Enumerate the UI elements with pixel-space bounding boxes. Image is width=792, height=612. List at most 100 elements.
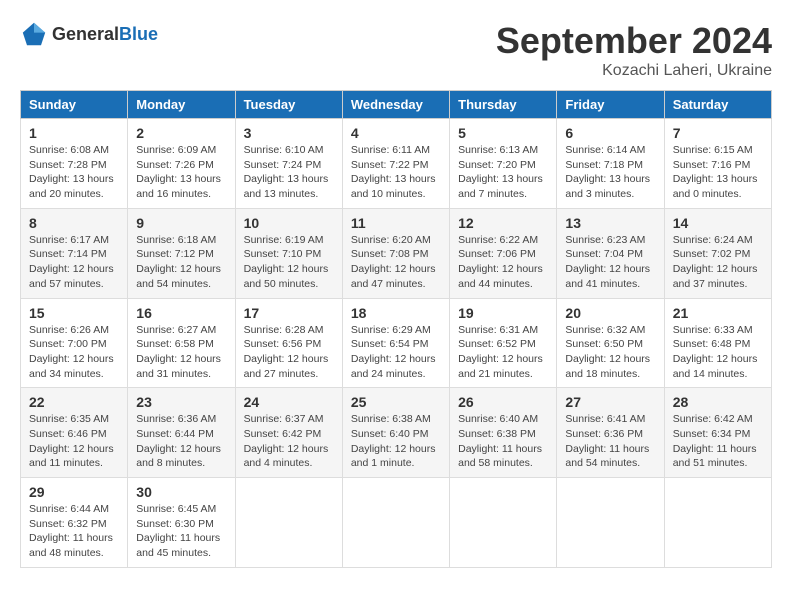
day-info: Sunrise: 6:20 AMSunset: 7:08 PMDaylight:… bbox=[351, 233, 441, 292]
table-cell bbox=[664, 478, 771, 568]
day-number: 3 bbox=[244, 125, 334, 141]
day-info: Sunrise: 6:15 AMSunset: 7:16 PMDaylight:… bbox=[673, 143, 763, 202]
day-number: 14 bbox=[673, 215, 763, 231]
day-number: 5 bbox=[458, 125, 548, 141]
table-cell: 14Sunrise: 6:24 AMSunset: 7:02 PMDayligh… bbox=[664, 208, 771, 298]
title-block: September 2024 Kozachi Laheri, Ukraine bbox=[496, 20, 772, 80]
day-info: Sunrise: 6:28 AMSunset: 6:56 PMDaylight:… bbox=[244, 323, 334, 382]
day-info: Sunrise: 6:41 AMSunset: 6:36 PMDaylight:… bbox=[565, 412, 655, 471]
day-info: Sunrise: 6:40 AMSunset: 6:38 PMDaylight:… bbox=[458, 412, 548, 471]
day-info: Sunrise: 6:13 AMSunset: 7:20 PMDaylight:… bbox=[458, 143, 548, 202]
day-info: Sunrise: 6:42 AMSunset: 6:34 PMDaylight:… bbox=[673, 412, 763, 471]
table-cell: 2 Sunrise: 6:09 AMSunset: 7:26 PMDaylight… bbox=[128, 119, 235, 209]
table-cell: 29 Sunrise: 6:44 AMSunset: 6:32 PMDayligh… bbox=[21, 478, 128, 568]
day-number: 24 bbox=[244, 394, 334, 410]
table-cell: 6 Sunrise: 6:14 AMSunset: 7:18 PMDaylight… bbox=[557, 119, 664, 209]
calendar-row: 29 Sunrise: 6:44 AMSunset: 6:32 PMDayligh… bbox=[21, 478, 772, 568]
table-cell: 25 Sunrise: 6:38 AMSunset: 6:40 PMDayligh… bbox=[342, 388, 449, 478]
logo-icon bbox=[20, 20, 48, 48]
day-number: 23 bbox=[136, 394, 226, 410]
day-number: 2 bbox=[136, 125, 226, 141]
day-number: 25 bbox=[351, 394, 441, 410]
weekday-header-row: Sunday Monday Tuesday Wednesday Thursday… bbox=[21, 91, 772, 119]
header-tuesday: Tuesday bbox=[235, 91, 342, 119]
table-cell: 21Sunrise: 6:33 AMSunset: 6:48 PMDayligh… bbox=[664, 298, 771, 388]
header-monday: Monday bbox=[128, 91, 235, 119]
day-info: Sunrise: 6:19 AMSunset: 7:10 PMDaylight:… bbox=[244, 233, 334, 292]
day-number: 11 bbox=[351, 215, 441, 231]
day-number: 20 bbox=[565, 305, 655, 321]
day-number: 13 bbox=[565, 215, 655, 231]
day-info: Sunrise: 6:09 AMSunset: 7:26 PMDaylight:… bbox=[136, 143, 226, 202]
day-number: 22 bbox=[29, 394, 119, 410]
day-number: 27 bbox=[565, 394, 655, 410]
day-info: Sunrise: 6:36 AMSunset: 6:44 PMDaylight:… bbox=[136, 412, 226, 471]
day-number: 8 bbox=[29, 215, 119, 231]
header-sunday: Sunday bbox=[21, 91, 128, 119]
day-info: Sunrise: 6:22 AMSunset: 7:06 PMDaylight:… bbox=[458, 233, 548, 292]
table-cell: 20 Sunrise: 6:32 AMSunset: 6:50 PMDayligh… bbox=[557, 298, 664, 388]
table-cell bbox=[235, 478, 342, 568]
table-cell: 3 Sunrise: 6:10 AMSunset: 7:24 PMDaylight… bbox=[235, 119, 342, 209]
day-info: Sunrise: 6:35 AMSunset: 6:46 PMDaylight:… bbox=[29, 412, 119, 471]
day-number: 12 bbox=[458, 215, 548, 231]
table-cell: 5 Sunrise: 6:13 AMSunset: 7:20 PMDaylight… bbox=[450, 119, 557, 209]
day-info: Sunrise: 6:44 AMSunset: 6:32 PMDaylight:… bbox=[29, 502, 119, 561]
calendar-row: 22 Sunrise: 6:35 AMSunset: 6:46 PMDayligh… bbox=[21, 388, 772, 478]
header-wednesday: Wednesday bbox=[342, 91, 449, 119]
day-info: Sunrise: 6:29 AMSunset: 6:54 PMDaylight:… bbox=[351, 323, 441, 382]
day-info: Sunrise: 6:10 AMSunset: 7:24 PMDaylight:… bbox=[244, 143, 334, 202]
day-info: Sunrise: 6:17 AMSunset: 7:14 PMDaylight:… bbox=[29, 233, 119, 292]
table-cell: 11 Sunrise: 6:20 AMSunset: 7:08 PMDayligh… bbox=[342, 208, 449, 298]
day-number: 21 bbox=[673, 305, 763, 321]
table-cell: 30Sunrise: 6:45 AMSunset: 6:30 PMDayligh… bbox=[128, 478, 235, 568]
day-number: 17 bbox=[244, 305, 334, 321]
day-info: Sunrise: 6:08 AMSunset: 7:28 PMDaylight:… bbox=[29, 143, 119, 202]
day-info: Sunrise: 6:37 AMSunset: 6:42 PMDaylight:… bbox=[244, 412, 334, 471]
day-info: Sunrise: 6:38 AMSunset: 6:40 PMDaylight:… bbox=[351, 412, 441, 471]
table-cell: 10 Sunrise: 6:19 AMSunset: 7:10 PMDayligh… bbox=[235, 208, 342, 298]
table-cell: 12 Sunrise: 6:22 AMSunset: 7:06 PMDayligh… bbox=[450, 208, 557, 298]
table-cell: 28 Sunrise: 6:42 AMSunset: 6:34 PMDayligh… bbox=[664, 388, 771, 478]
table-cell: 18 Sunrise: 6:29 AMSunset: 6:54 PMDayligh… bbox=[342, 298, 449, 388]
table-cell: 1 Sunrise: 6:08 AMSunset: 7:28 PMDaylight… bbox=[21, 119, 128, 209]
day-info: Sunrise: 6:26 AMSunset: 7:00 PMDaylight:… bbox=[29, 323, 119, 382]
table-cell: 24 Sunrise: 6:37 AMSunset: 6:42 PMDayligh… bbox=[235, 388, 342, 478]
day-info: Sunrise: 6:31 AMSunset: 6:52 PMDaylight:… bbox=[458, 323, 548, 382]
day-number: 4 bbox=[351, 125, 441, 141]
day-number: 6 bbox=[565, 125, 655, 141]
calendar-row: 1 Sunrise: 6:08 AMSunset: 7:28 PMDaylight… bbox=[21, 119, 772, 209]
table-cell: 22 Sunrise: 6:35 AMSunset: 6:46 PMDayligh… bbox=[21, 388, 128, 478]
table-cell: 15Sunrise: 6:26 AMSunset: 7:00 PMDayligh… bbox=[21, 298, 128, 388]
table-cell: 17 Sunrise: 6:28 AMSunset: 6:56 PMDayligh… bbox=[235, 298, 342, 388]
table-cell: 7Sunrise: 6:15 AMSunset: 7:16 PMDaylight… bbox=[664, 119, 771, 209]
table-cell: 27 Sunrise: 6:41 AMSunset: 6:36 PMDayligh… bbox=[557, 388, 664, 478]
table-cell: 26Sunrise: 6:40 AMSunset: 6:38 PMDayligh… bbox=[450, 388, 557, 478]
day-info: Sunrise: 6:27 AMSunset: 6:58 PMDaylight:… bbox=[136, 323, 226, 382]
table-cell: 8 Sunrise: 6:17 AMSunset: 7:14 PMDaylight… bbox=[21, 208, 128, 298]
day-info: Sunrise: 6:14 AMSunset: 7:18 PMDaylight:… bbox=[565, 143, 655, 202]
table-cell: 13Sunrise: 6:23 AMSunset: 7:04 PMDayligh… bbox=[557, 208, 664, 298]
day-number: 10 bbox=[244, 215, 334, 231]
day-info: Sunrise: 6:18 AMSunset: 7:12 PMDaylight:… bbox=[136, 233, 226, 292]
day-info: Sunrise: 6:32 AMSunset: 6:50 PMDaylight:… bbox=[565, 323, 655, 382]
logo-general: General bbox=[52, 24, 119, 44]
logo: GeneralBlue bbox=[20, 20, 158, 48]
day-number: 29 bbox=[29, 484, 119, 500]
day-number: 1 bbox=[29, 125, 119, 141]
day-info: Sunrise: 6:11 AMSunset: 7:22 PMDaylight:… bbox=[351, 143, 441, 202]
header-saturday: Saturday bbox=[664, 91, 771, 119]
day-number: 18 bbox=[351, 305, 441, 321]
location-title: Kozachi Laheri, Ukraine bbox=[496, 62, 772, 80]
table-cell: 4 Sunrise: 6:11 AMSunset: 7:22 PMDaylight… bbox=[342, 119, 449, 209]
day-number: 30 bbox=[136, 484, 226, 500]
table-cell: 9Sunrise: 6:18 AMSunset: 7:12 PMDaylight… bbox=[128, 208, 235, 298]
table-cell bbox=[342, 478, 449, 568]
calendar-row: 8 Sunrise: 6:17 AMSunset: 7:14 PMDaylight… bbox=[21, 208, 772, 298]
month-title: September 2024 bbox=[496, 20, 772, 62]
day-number: 28 bbox=[673, 394, 763, 410]
day-number: 16 bbox=[136, 305, 226, 321]
table-cell: 23 Sunrise: 6:36 AMSunset: 6:44 PMDayligh… bbox=[128, 388, 235, 478]
logo-blue: Blue bbox=[119, 24, 158, 44]
table-cell bbox=[450, 478, 557, 568]
